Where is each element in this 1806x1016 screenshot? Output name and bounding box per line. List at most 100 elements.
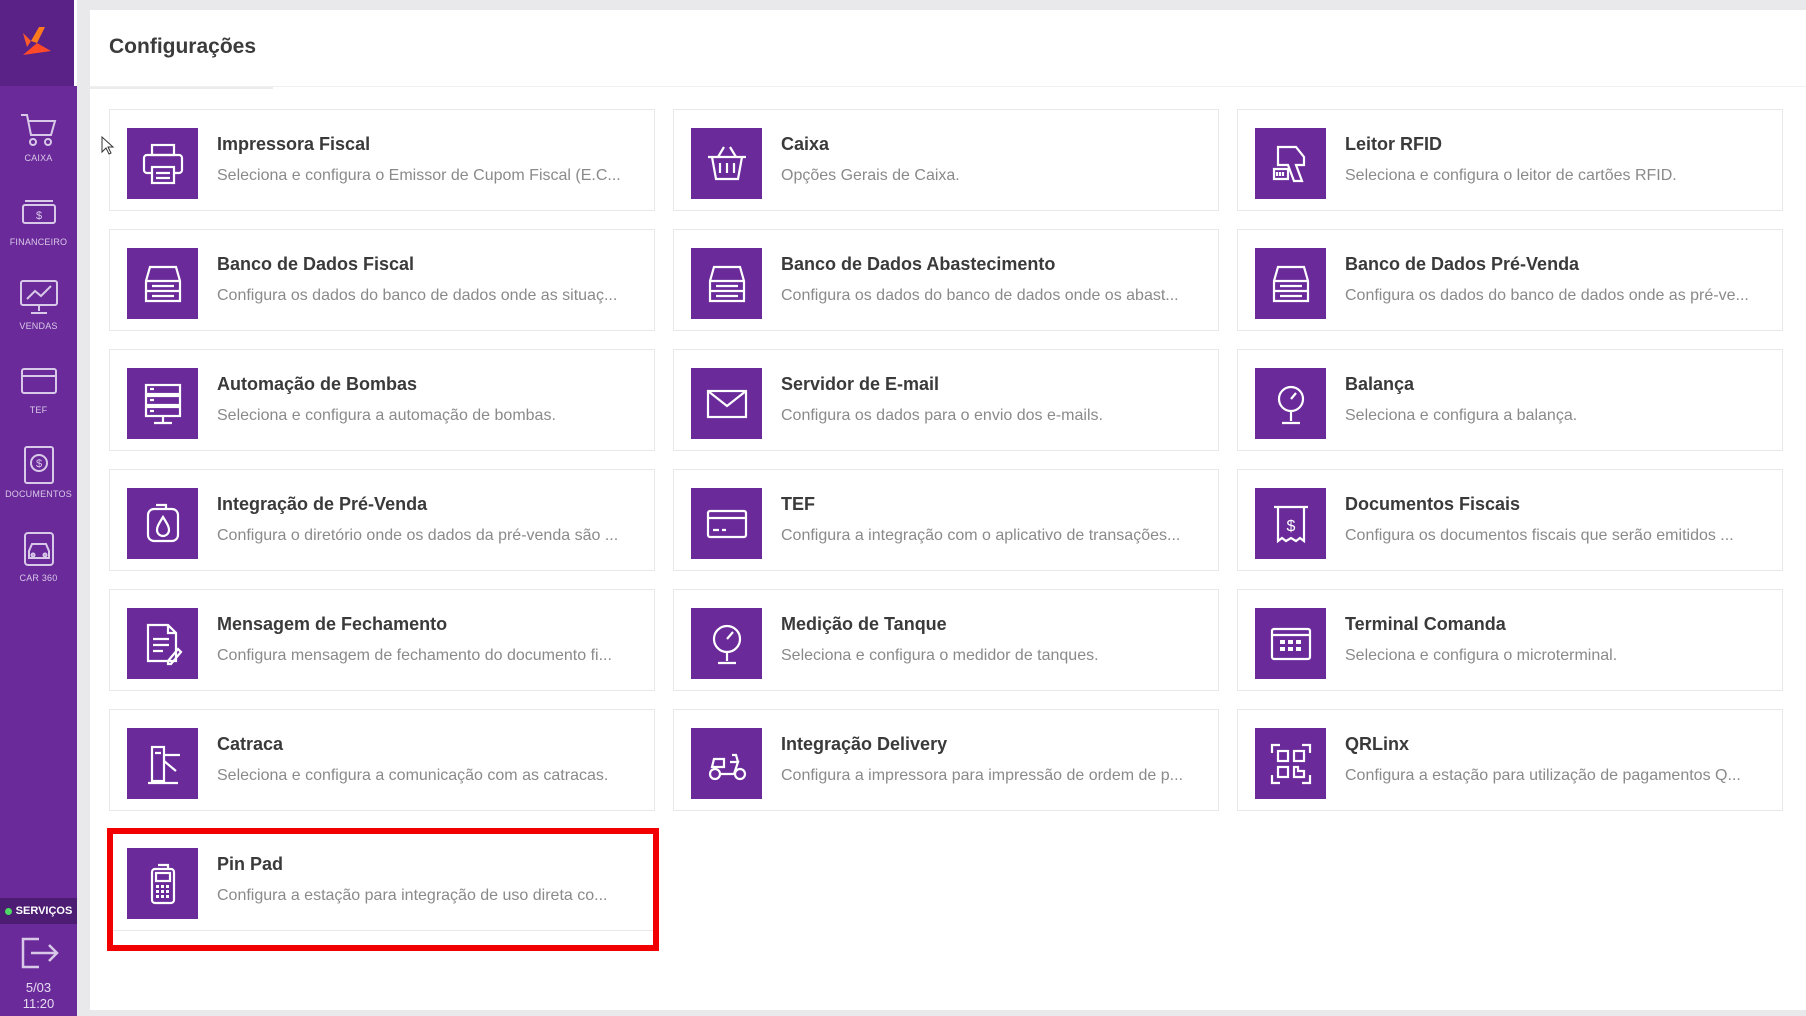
scale-icon bbox=[1255, 368, 1326, 439]
qr-code-icon bbox=[1255, 728, 1326, 799]
database-server-icon bbox=[127, 248, 198, 319]
sidebar-item-label: CAR 360 bbox=[19, 573, 58, 583]
svg-text:$: $ bbox=[1286, 518, 1295, 535]
card-description: Configura os dados para o envio dos e-ma… bbox=[781, 407, 1103, 424]
app-logo[interactable] bbox=[0, 0, 77, 86]
keypad-terminal-icon bbox=[1255, 608, 1326, 679]
sidebar-item-label: VENDAS bbox=[19, 321, 58, 331]
sidebar-item-documentos[interactable]: $ DOCUMENTOS bbox=[0, 430, 77, 514]
card-title: Caixa bbox=[781, 134, 830, 154]
logout-button[interactable] bbox=[0, 932, 77, 974]
turnstile-icon bbox=[127, 728, 198, 799]
highlight-box bbox=[107, 828, 659, 951]
card-description: Configura os documentos fiscais que serã… bbox=[1345, 527, 1734, 544]
card-documentos-fiscais[interactable]: $ Documentos Fiscais Configura os docume… bbox=[1237, 469, 1783, 571]
card-title: Banco de Dados Abastecimento bbox=[781, 254, 1056, 274]
logout-icon bbox=[21, 937, 59, 969]
header-divider bbox=[90, 86, 1806, 87]
card-title: Integração de Pré-Venda bbox=[217, 494, 428, 514]
sidebar-item-financeiro[interactable]: $ FINANCEIRO bbox=[0, 178, 77, 262]
car-icon bbox=[23, 532, 54, 566]
clock-date: 5/03 bbox=[25, 980, 52, 995]
card-title: Impressora Fiscal bbox=[217, 134, 371, 154]
card-impressora-fiscal[interactable]: Impressora Fiscal Seleciona e configura … bbox=[109, 109, 655, 211]
card-description: Configura os dados do banco de dados ond… bbox=[217, 287, 618, 304]
card-title: Terminal Comanda bbox=[1345, 614, 1506, 634]
card-icon bbox=[20, 368, 57, 394]
card-caixa[interactable]: Caixa Opções Gerais de Caixa. bbox=[673, 109, 1219, 211]
card-medicao-tanque[interactable]: Medição de Tanque Seleciona e configura … bbox=[673, 589, 1219, 691]
card-title: Banco de Dados Pré-Venda bbox=[1345, 254, 1580, 274]
server-rack-icon bbox=[127, 368, 198, 439]
card-automacao-bombas[interactable]: Automação de Bombas Seleciona e configur… bbox=[109, 349, 655, 451]
sidebar-item-tef[interactable]: TEF bbox=[0, 346, 77, 430]
card-description: Seleciona e configura o medidor de tanqu… bbox=[781, 647, 1099, 664]
clock: 5/03 11:20 bbox=[0, 980, 77, 1012]
services-label: SERVIÇOS bbox=[15, 905, 73, 917]
card-description: Configura a impressora para impressão de… bbox=[781, 767, 1183, 784]
card-title: Automação de Bombas bbox=[217, 374, 418, 394]
card-terminal-comanda[interactable]: Terminal Comanda Seleciona e configura o… bbox=[1237, 589, 1783, 691]
svg-text:$: $ bbox=[35, 210, 41, 222]
title-underline bbox=[90, 87, 273, 89]
card-qrlinx[interactable]: QRLinx Configura a estação para utilizaç… bbox=[1237, 709, 1783, 811]
sidebar-item-car360[interactable]: CAR 360 bbox=[0, 514, 77, 598]
logo-icon bbox=[23, 27, 51, 55]
credit-card-icon bbox=[691, 488, 762, 559]
mouse-cursor-icon bbox=[101, 136, 115, 155]
card-leitor-rfid[interactable]: Leitor RFID Seleciona e configura o leit… bbox=[1237, 109, 1783, 211]
card-title: Leitor RFID bbox=[1345, 134, 1442, 154]
sidebar-item-label: CAIXA bbox=[24, 153, 53, 163]
card-title: Balança bbox=[1345, 374, 1415, 394]
card-description: Seleciona e configura a automação de bom… bbox=[217, 407, 556, 424]
card-balanca[interactable]: Balança Seleciona e configura a balança. bbox=[1237, 349, 1783, 451]
printer-icon bbox=[127, 128, 198, 199]
card-catraca[interactable]: Catraca Seleciona e configura a comunica… bbox=[109, 709, 655, 811]
card-description: Seleciona e configura o Emissor de Cupom… bbox=[217, 167, 621, 184]
card-integracao-delivery[interactable]: Integração Delivery Configura a impresso… bbox=[673, 709, 1219, 811]
cart-icon bbox=[20, 114, 56, 146]
card-servidor-email[interactable]: Servidor de E-mail Configura os dados pa… bbox=[673, 349, 1219, 451]
receipt-dollar-icon: $ bbox=[1255, 488, 1326, 559]
card-description: Configura a estação para utilização de p… bbox=[1345, 767, 1741, 784]
sidebar: CAIXA $ FINANCEIRO VENDAS TEF $ DOCUMENT… bbox=[0, 0, 77, 1016]
card-banco-dados-pre-venda[interactable]: Banco de Dados Pré-Venda Configura os da… bbox=[1237, 229, 1783, 331]
card-banco-dados-abastecimento[interactable]: Banco de Dados Abastecimento Configura o… bbox=[673, 229, 1219, 331]
card-title: Documentos Fiscais bbox=[1345, 494, 1521, 514]
card-title: Catraca bbox=[217, 734, 284, 754]
card-description: Seleciona e configura o microterminal. bbox=[1345, 647, 1618, 664]
gauge-icon bbox=[691, 608, 762, 679]
card-integracao-pre-venda[interactable]: Integração de Pré-Venda Configura o dire… bbox=[109, 469, 655, 571]
card-title: Servidor de E-mail bbox=[781, 374, 940, 394]
money-icon: $ bbox=[21, 200, 56, 224]
sidebar-item-label: TEF bbox=[29, 405, 48, 415]
card-title: TEF bbox=[781, 494, 815, 514]
card-description: Opções Gerais de Caixa. bbox=[781, 167, 960, 184]
database-server-icon bbox=[691, 248, 762, 319]
page-title: Configurações bbox=[109, 35, 257, 58]
card-title: Banco de Dados Fiscal bbox=[217, 254, 415, 274]
card-description: Configura a integração com o aplicativo … bbox=[781, 527, 1181, 544]
document-dollar-icon: $ bbox=[23, 446, 54, 484]
envelope-icon bbox=[691, 368, 762, 439]
services-button[interactable]: SERVIÇOS bbox=[0, 898, 77, 924]
card-description: Configura o diretório onde os dados da p… bbox=[217, 527, 619, 544]
card-banco-dados-fiscal[interactable]: Banco de Dados Fiscal Configura os dados… bbox=[109, 229, 655, 331]
sidebar-item-label: DOCUMENTOS bbox=[5, 489, 72, 499]
sidebar-item-label: FINANCEIRO bbox=[9, 237, 68, 247]
card-description: Seleciona e configura a comunicação com … bbox=[217, 767, 609, 784]
card-title: QRLinx bbox=[1345, 734, 1410, 754]
card-tef[interactable]: TEF Configura a integração com o aplicat… bbox=[673, 469, 1219, 571]
svg-text:$: $ bbox=[35, 458, 41, 470]
card-mensagem-fechamento[interactable]: Mensagem de Fechamento Configura mensage… bbox=[109, 589, 655, 691]
card-description: Seleciona e configura a balança. bbox=[1345, 407, 1578, 424]
sidebar-item-vendas[interactable]: VENDAS bbox=[0, 262, 77, 346]
card-description: Configura os dados do banco de dados ond… bbox=[781, 287, 1179, 304]
database-server-icon bbox=[1255, 248, 1326, 319]
sidebar-item-caixa[interactable]: CAIXA bbox=[0, 94, 77, 178]
card-title: Mensagem de Fechamento bbox=[217, 614, 448, 634]
fuel-drop-icon bbox=[127, 488, 198, 559]
status-dot-icon bbox=[4, 907, 12, 915]
card-title: Integração Delivery bbox=[781, 734, 948, 754]
card-description: Configura os dados do banco de dados ond… bbox=[1345, 287, 1749, 304]
